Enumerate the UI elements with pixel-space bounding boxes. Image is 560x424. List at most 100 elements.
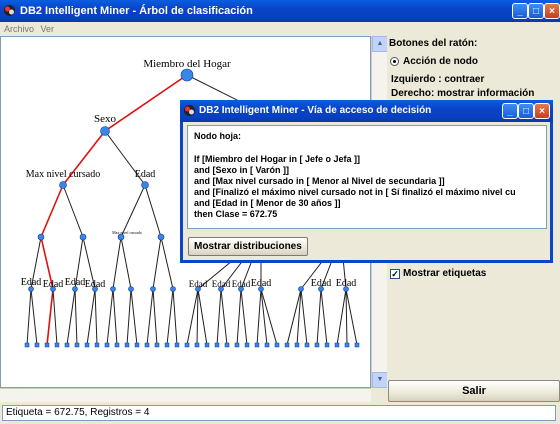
- leaf-node[interactable]: [154, 342, 160, 348]
- leaf-node[interactable]: [204, 342, 210, 348]
- mouse-buttons-heading: Botones del ratón:: [389, 38, 478, 49]
- status-text: Etiqueta = 672.75, Registros = 4: [2, 405, 556, 421]
- tree-edge: [152, 236, 162, 290]
- tree-node[interactable]: [100, 126, 110, 136]
- tree-edge: [196, 288, 199, 346]
- dialog-title: DB2 Intelligent Miner - Vía de acceso de…: [199, 105, 432, 116]
- leaf-label: Edad: [189, 279, 208, 289]
- leaf-node[interactable]: [134, 342, 140, 348]
- leaf-node[interactable]: [234, 342, 240, 348]
- tree-node[interactable]: [59, 181, 67, 189]
- tree-edge: [52, 288, 58, 346]
- tree-node[interactable]: [110, 286, 116, 292]
- leaf-node[interactable]: [164, 342, 170, 348]
- tree-edge: [345, 288, 348, 346]
- tree-node[interactable]: [37, 233, 45, 241]
- tree-node[interactable]: [79, 233, 87, 241]
- leaf-label: Edad: [336, 278, 357, 289]
- leaf-node[interactable]: [214, 342, 220, 348]
- tree-node[interactable]: [150, 286, 156, 292]
- leaf-node[interactable]: [194, 342, 200, 348]
- leaf-label: Edad: [212, 279, 231, 289]
- tree-node[interactable]: [141, 181, 149, 189]
- leaf-node[interactable]: [84, 342, 90, 348]
- tree-edge: [166, 288, 174, 346]
- leaf-node[interactable]: [324, 342, 330, 348]
- leaf-label: Edad: [311, 278, 332, 289]
- leaf-label: Edad: [251, 278, 272, 289]
- dialog-maximize-button[interactable]: □: [518, 103, 534, 119]
- leaf-node[interactable]: [344, 342, 350, 348]
- leaf-node[interactable]: [54, 342, 60, 348]
- leaf-node[interactable]: [124, 342, 130, 348]
- left-click-info: Izquierdo : contraer: [391, 74, 485, 85]
- decision-path-dialog: DB2 Intelligent Miner - Vía de acceso de…: [180, 100, 553, 263]
- tree-edge: [46, 288, 54, 346]
- tree-edge: [197, 288, 208, 346]
- tree-edge: [345, 288, 358, 346]
- tree-edge: [30, 288, 38, 346]
- tree-node[interactable]: [157, 233, 165, 241]
- root-label: Miembro del Hogar: [143, 58, 231, 70]
- tree-node[interactable]: [298, 286, 304, 292]
- tree-node[interactable]: [180, 68, 194, 82]
- tree-node[interactable]: [128, 286, 134, 292]
- tree-edge: [172, 288, 178, 346]
- leaf-node[interactable]: [304, 342, 310, 348]
- leaf-node[interactable]: [24, 342, 30, 348]
- node-action-radio[interactable]: [390, 57, 399, 66]
- leaf-node[interactable]: [184, 342, 190, 348]
- maximize-button[interactable]: □: [528, 3, 544, 19]
- leaf-node[interactable]: [274, 342, 280, 348]
- leaf-node[interactable]: [144, 342, 150, 348]
- leaf-node[interactable]: [294, 342, 300, 348]
- node-action-label: Acción de nodo: [403, 56, 478, 67]
- tree-edge: [256, 288, 262, 346]
- leaf-node[interactable]: [64, 342, 70, 348]
- leaf-node[interactable]: [314, 342, 320, 348]
- decision-path-text: Nodo hoja: If [Miembro del Hogar in [ Je…: [187, 125, 547, 229]
- app-icon: [4, 5, 15, 16]
- tree-edge: [126, 288, 132, 346]
- menu-archivo[interactable]: Archivo: [4, 22, 34, 36]
- leaf-node[interactable]: [34, 342, 40, 348]
- tree-edge: [186, 288, 199, 346]
- leaf-node[interactable]: [244, 342, 250, 348]
- tree-edge: [66, 288, 76, 346]
- tree-edge: [106, 288, 114, 346]
- show-labels-checkbox[interactable]: ✓: [390, 269, 400, 279]
- tree-node[interactable]: [170, 286, 176, 292]
- menu-ver[interactable]: Ver: [41, 22, 55, 36]
- leaf-label: Edad: [232, 279, 251, 289]
- leaf-node[interactable]: [104, 342, 110, 348]
- tree-edge: [260, 288, 278, 346]
- leaf-node[interactable]: [224, 342, 230, 348]
- scroll-up-arrow-icon[interactable]: ▲: [372, 36, 388, 52]
- tree-edge: [104, 74, 188, 132]
- scroll-down-arrow-icon[interactable]: ▼: [372, 372, 388, 388]
- leaf-node[interactable]: [354, 342, 360, 348]
- leaf-node[interactable]: [264, 342, 270, 348]
- leaf-node[interactable]: [94, 342, 100, 348]
- dialog-minimize-button[interactable]: _: [502, 103, 518, 119]
- main-title-bar: DB2 Intelligent Miner - Árbol de clasifi…: [0, 0, 560, 22]
- right-click-info: Derecho: mostrar información: [391, 88, 535, 99]
- minimize-button[interactable]: _: [512, 3, 528, 19]
- rule-line: and [Max nivel cursado in [ Menor al Niv…: [194, 176, 445, 186]
- leaf-node[interactable]: [74, 342, 80, 348]
- leaf-node[interactable]: [254, 342, 260, 348]
- exit-button[interactable]: Salir: [388, 380, 560, 402]
- leaf-node[interactable]: [174, 342, 180, 348]
- show-distributions-button[interactable]: Mostrar distribuciones: [188, 237, 308, 256]
- leaf-node[interactable]: [44, 342, 50, 348]
- tree-edge: [120, 236, 132, 290]
- close-button[interactable]: ×: [544, 3, 560, 19]
- leaf-node[interactable]: [114, 342, 120, 348]
- dialog-close-button[interactable]: ×: [534, 103, 550, 119]
- leaf-node[interactable]: [284, 342, 290, 348]
- rule-line: and [Edad in [ Menor de 30 años ]]: [194, 198, 341, 208]
- leaf-node[interactable]: [334, 342, 340, 348]
- tree-edge: [74, 288, 78, 346]
- horizontal-scrollbar[interactable]: [0, 388, 371, 402]
- tree-edge: [146, 288, 154, 346]
